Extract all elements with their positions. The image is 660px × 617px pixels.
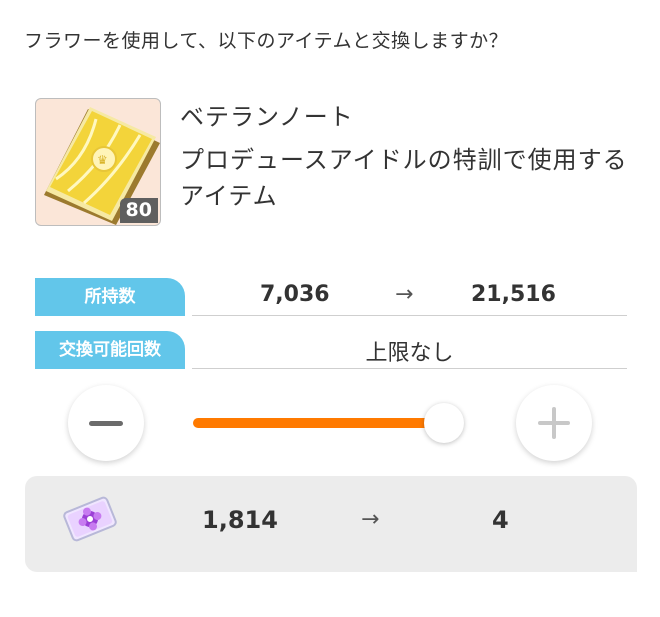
- minus-icon: [89, 421, 123, 426]
- row-divider: [192, 315, 627, 316]
- owned-arrow: →: [395, 282, 414, 307]
- exchange-limit-row: 交換可能回数 上限なし: [35, 331, 627, 369]
- exchange-limit-label: 交換可能回数: [35, 331, 185, 369]
- owned-after: 21,516: [471, 282, 556, 307]
- owned-count-row: 所持数 7,036 → 21,516: [35, 278, 627, 316]
- row-divider: [192, 368, 627, 369]
- cost-after: 4: [492, 506, 509, 534]
- increase-button[interactable]: [516, 385, 592, 461]
- quantity-slider-handle[interactable]: [424, 403, 464, 443]
- flower-ticket-icon: [59, 494, 121, 548]
- svg-text:♛: ♛: [97, 153, 108, 167]
- cost-current: 1,814: [202, 506, 278, 534]
- item-name: ベテランノート: [180, 103, 354, 131]
- exchange-question: フラワーを使用して、以下のアイテムと交換しますか？: [24, 30, 509, 52]
- cost-panel: 1,814 → 4: [25, 476, 637, 572]
- veteran-note-book-icon: ♛ 80: [35, 98, 161, 226]
- quantity-slider-track[interactable]: [193, 418, 453, 428]
- item-description: プロデュースアイドルの特訓で使用するアイテム: [180, 146, 628, 210]
- decrease-button[interactable]: [68, 385, 144, 461]
- quantity-badge: 80: [119, 198, 158, 223]
- owned-count-label: 所持数: [35, 278, 185, 316]
- exchange-limit-value: 上限なし: [365, 341, 454, 366]
- owned-current: 7,036: [260, 282, 330, 307]
- cost-arrow: →: [361, 507, 380, 532]
